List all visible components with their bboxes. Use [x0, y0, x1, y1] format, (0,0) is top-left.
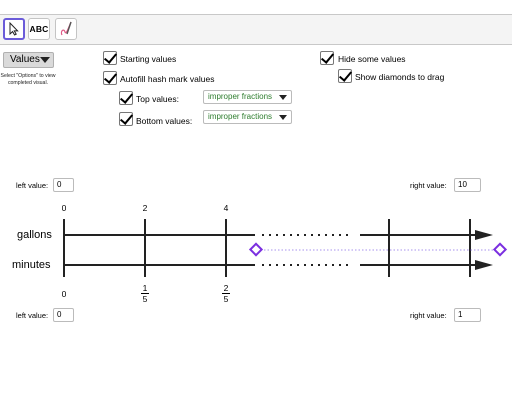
bottom-right-value-label: right value:	[410, 311, 447, 320]
bottom-arrowhead-icon	[475, 260, 493, 270]
fraction-numerator: 1	[142, 283, 148, 293]
double-number-line	[63, 219, 508, 277]
bottom-tick-fraction: 1 5	[138, 283, 152, 304]
drag-diamond-right[interactable]	[492, 242, 508, 257]
fraction-denominator: 5	[223, 294, 229, 304]
fraction-denominator: 5	[142, 294, 148, 304]
bottom-tick-label: 0	[61, 289, 67, 299]
top-arrowhead-icon	[475, 230, 493, 240]
bottom-tick-fraction: 2 5	[219, 283, 233, 304]
bottom-left-value-label: left value:	[16, 311, 49, 320]
bottom-left-value-input[interactable]: 0	[53, 308, 74, 322]
bottom-right-value-input[interactable]: 1	[454, 308, 481, 322]
drag-diamond-left[interactable]	[248, 242, 264, 257]
fraction-numerator: 2	[223, 283, 229, 293]
